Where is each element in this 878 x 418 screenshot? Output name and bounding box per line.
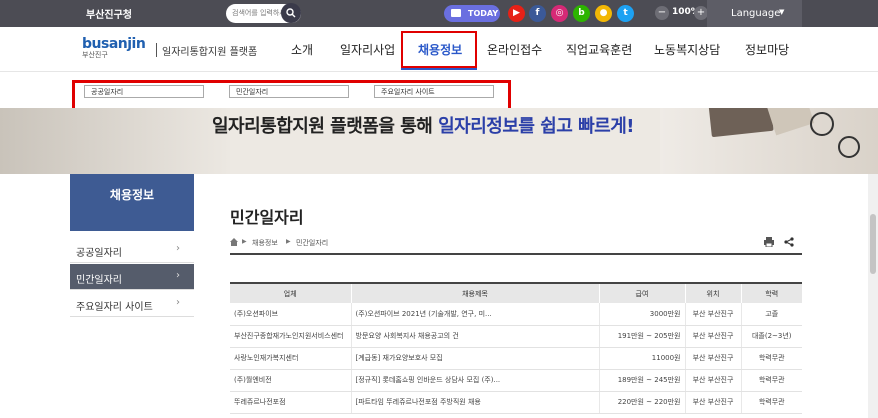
column-header: 학력 [741,282,802,303]
instagram-icon[interactable]: ◎ [551,5,568,22]
company-cell: (주)월엔비전 [230,369,352,392]
language-label: Language [731,8,781,19]
kakao-icon[interactable]: ● [595,5,612,22]
salary-cell: 189만원 ~ 245만원 [599,369,686,392]
column-header: 급여 [599,282,686,303]
scrollbar-thumb[interactable] [870,214,876,274]
table-header-row: 업체 채용제목 급여 위치 학력 [230,282,802,303]
utility-bar: 부산진구청 검색어를 입력하세요. TODAY ▶ f ◎ b ● t − 100% + … [0,0,878,27]
twitter-icon[interactable]: t [617,5,634,22]
job-title-link[interactable]: (주)오션파이브 2021년 (기술개발, 연구, 미... [351,303,600,326]
breadcrumb-separator-icon: ▶ [242,238,247,245]
nav-job-projects[interactable]: 일자리사업 [340,41,395,58]
zoom-in-button[interactable]: + [694,6,708,20]
salary-cell: 220만원 ~ 220만원 [599,391,686,414]
sidebar-item-job-sites[interactable]: 주요일자리 사이트 › [70,291,194,317]
salary-cell: 11000원 [599,347,686,370]
active-menu-highlight [401,31,477,68]
today-label: TODAY [468,9,499,18]
nav-vocational-training[interactable]: 직업교육훈련 [566,41,632,58]
sidebar-item-label: 주요일자리 사이트 [76,302,153,313]
company-cell: (주)오션파이브 [230,303,352,326]
nav-info[interactable]: 정보마당 [745,41,789,58]
blog-icon[interactable]: b [573,5,590,22]
today-button[interactable]: TODAY [444,5,500,22]
youtube-icon[interactable]: ▶ [508,5,525,22]
table-row[interactable]: 부산진구종합재가노인지원서비스센터 방문요양 사회복지사 채용공고의 건 191만원… [230,325,802,348]
location-cell: 부산 부산진구 [685,325,742,348]
nav-labor-welfare[interactable]: 노동복지상담 [654,41,720,58]
banner-title: 일자리통합지원 플랫폼을 통해 일자리정보를 쉽고 빠르게! [212,112,634,138]
glasses-lens-icon [838,136,860,158]
job-table-body: (주)오션파이브 (주)오션파이브 2021년 (기술개발, 연구, 미... 30… [230,303,802,414]
banner-title-highlight: 일자리정보를 쉽고 빠르게! [438,116,634,137]
banner-title-plain: 일자리통합지원 플랫폼을 통해 [212,116,439,137]
location-cell: 부산 부산진구 [685,391,742,414]
language-select[interactable]: Language ▼ [707,0,802,27]
facebook-icon[interactable]: f [529,5,546,22]
chevron-right-icon: › [176,270,180,281]
busanjin-logo[interactable]: busanjin 부산진구 [82,36,146,60]
search-button[interactable] [281,3,301,23]
sidebar-item-private-jobs[interactable]: 민간일자리 › [70,264,194,290]
company-cell: 사랑노인재가복지센터 [230,347,352,370]
company-cell: 부산진구종합재가노인지원서비스센터 [230,325,352,348]
nav-intro[interactable]: 소개 [291,41,313,58]
sidebar-item-label: 민간일자리 [76,275,122,286]
site-name-link[interactable]: 부산진구청 [86,6,132,21]
sidebar-item-public-jobs[interactable]: 공공일자리 › [70,237,194,263]
share-icon[interactable] [784,237,794,247]
column-header: 업체 [230,282,352,303]
job-title-link[interactable]: [정규직] 롯데홈쇼핑 인바운드 상담사 모집 (주)... [351,369,600,392]
education-cell: 고졸 [741,303,802,326]
breadcrumb-separator-icon: ▶ [286,238,291,245]
home-icon[interactable] [230,238,238,246]
location-cell: 부산 부산진구 [685,347,742,370]
nav-online-application[interactable]: 온라인접수 [487,41,542,58]
column-header: 채용제목 [351,282,600,303]
chevron-down-icon: ▼ [779,8,785,16]
search-icon [286,8,296,18]
table-row[interactable]: (주)월엔비전 [정규직] 롯데홈쇼핑 인바운드 상담사 모집 (주)... 189… [230,369,802,392]
zoom-out-button[interactable]: − [655,6,669,20]
education-cell: 학력무관 [741,369,802,392]
chevron-right-icon: › [176,297,180,308]
location-cell: 부산 부산진구 [685,303,742,326]
table-row[interactable]: 뚜레쥬르나전포점 [파트타임 뚜레쥬르나전포점 주방직원 채용 220만원 ~ 22… [230,391,802,414]
column-header: 위치 [685,282,742,303]
chevron-right-icon: › [176,243,180,254]
company-cell: 뚜레쥬르나전포점 [230,391,352,414]
print-icon[interactable] [764,237,774,247]
logo-divider [156,43,157,57]
education-cell: 학력무관 [741,347,802,370]
page-title: 민간일자리 [230,208,304,227]
breadcrumb-item[interactable]: 채용정보 [252,238,278,248]
salary-cell: 3000만원 [599,303,686,326]
sidebar-item-label: 공공일자리 [76,248,122,259]
education-cell: 대졸(2~3년) [741,325,802,348]
education-cell: 학력무관 [741,391,802,414]
platform-name: 일자리통합지원 플랫폼 [162,47,258,58]
sidebar-heading: 채용정보 [70,174,194,231]
table-row[interactable]: 사랑노인재가복지센터 [계급동] 재가요양보호사 모집 11000원 부산 부산진구 학… [230,347,802,370]
salary-cell: 191만원 ~ 205만원 [599,325,686,348]
table-row[interactable]: (주)오션파이브 (주)오션파이브 2021년 (기술개발, 연구, 미... 30… [230,303,802,326]
job-table: 업체 채용제목 급여 위치 학력 (주)오션파이브 (주)오션파이브 2021년 … [230,282,802,414]
breadcrumb-item[interactable]: 민간일자리 [296,238,328,248]
job-title-link[interactable]: [계급동] 재가요양보호사 모집 [351,347,600,370]
page: 부산진구청 검색어를 입력하세요. TODAY ▶ f ◎ b ● t − 100% + … [0,0,878,418]
breadcrumb: ▶ 채용정보 ▶ 민간일자리 [230,233,802,255]
scrollbar[interactable] [868,174,878,418]
location-cell: 부산 부산진구 [685,369,742,392]
banner-image-left [0,108,230,174]
job-title-link[interactable]: [파트타임 뚜레쥬르나전포점 주방직원 채용 [351,391,600,414]
zoom-control: − 100% + [655,6,708,21]
glasses-icon [810,112,834,136]
banner: 일자리통합지원 플랫폼을 통해 일자리정보를 쉽고 빠르게! [0,108,878,174]
megaphone-icon [451,9,461,17]
job-title-link[interactable]: 방문요양 사회복지사 채용공고의 건 [351,325,600,348]
